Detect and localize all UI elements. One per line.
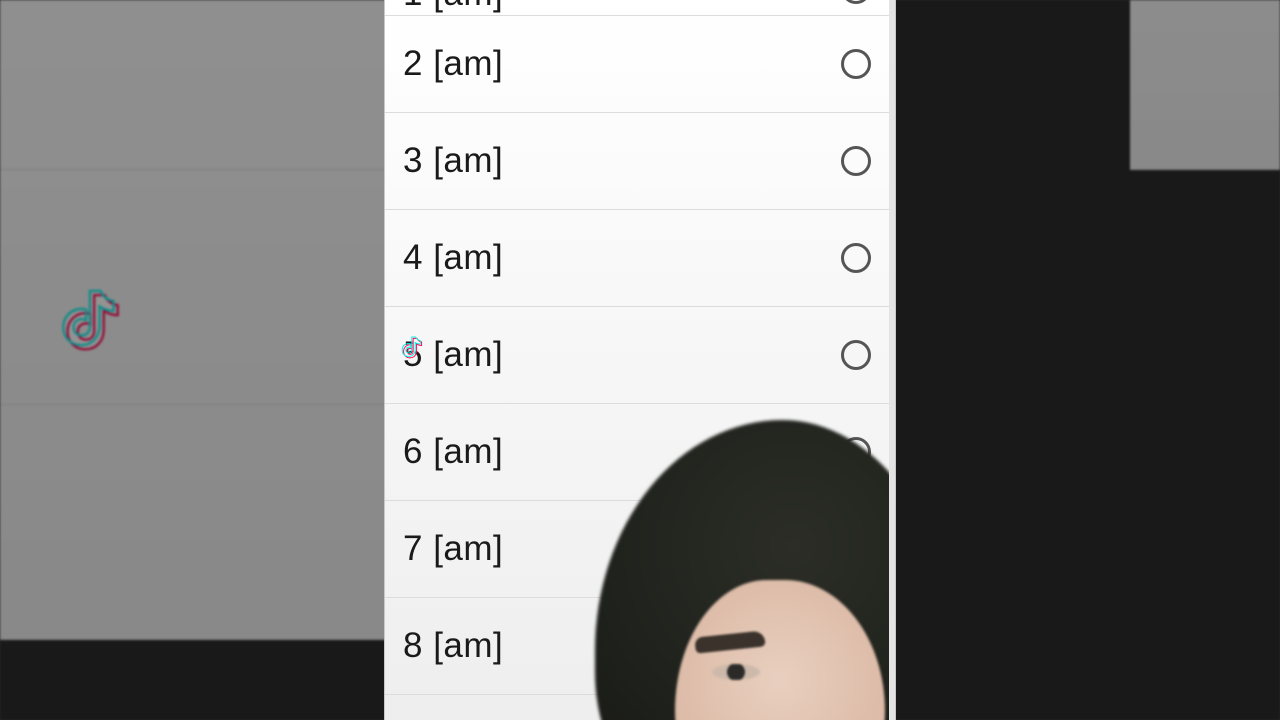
radio-icon[interactable] [841, 49, 871, 79]
time-option-label: 8 [am] [403, 626, 503, 666]
time-option-label: 1 [am] [403, 0, 503, 14]
time-option-label: 3 [am] [403, 141, 503, 181]
radio-icon[interactable] [841, 437, 871, 467]
time-option-label: 6 [am] [403, 432, 503, 472]
time-option-row[interactable]: 2 [am] [385, 16, 895, 113]
time-option-row[interactable]: 3 [am] [385, 113, 895, 210]
time-option-label: 7 [am] [403, 529, 503, 569]
time-picker-panel: 1 [am] 2 [am] 3 [am] 4 [am] 5 [am] 6 [am [385, 0, 895, 720]
radio-icon[interactable] [841, 534, 871, 564]
radio-icon[interactable] [841, 243, 871, 273]
time-option-row[interactable]: 7 [am] [385, 501, 895, 598]
time-option-label: 4 [am] [403, 238, 503, 278]
time-option-label: 2 [am] [403, 44, 503, 84]
time-option-row[interactable]: 1 [am] [385, 0, 895, 16]
radio-icon[interactable] [841, 0, 871, 4]
time-option-row[interactable]: 5 [am] [385, 307, 895, 404]
time-option-label: 5 [am] [403, 335, 503, 375]
video-frame: 4 [am] 4 [am] 5 [am] 6 [am] [0, 0, 1280, 720]
radio-icon[interactable] [841, 340, 871, 370]
time-option-row[interactable]: 6 [am] [385, 404, 895, 501]
time-option-row[interactable]: 4 [am] [385, 210, 895, 307]
radio-icon[interactable] [841, 631, 871, 661]
time-options-list[interactable]: 1 [am] 2 [am] 3 [am] 4 [am] 5 [am] 6 [am [385, 0, 895, 695]
radio-icon[interactable] [841, 146, 871, 176]
time-option-row[interactable]: 8 [am] [385, 598, 895, 695]
